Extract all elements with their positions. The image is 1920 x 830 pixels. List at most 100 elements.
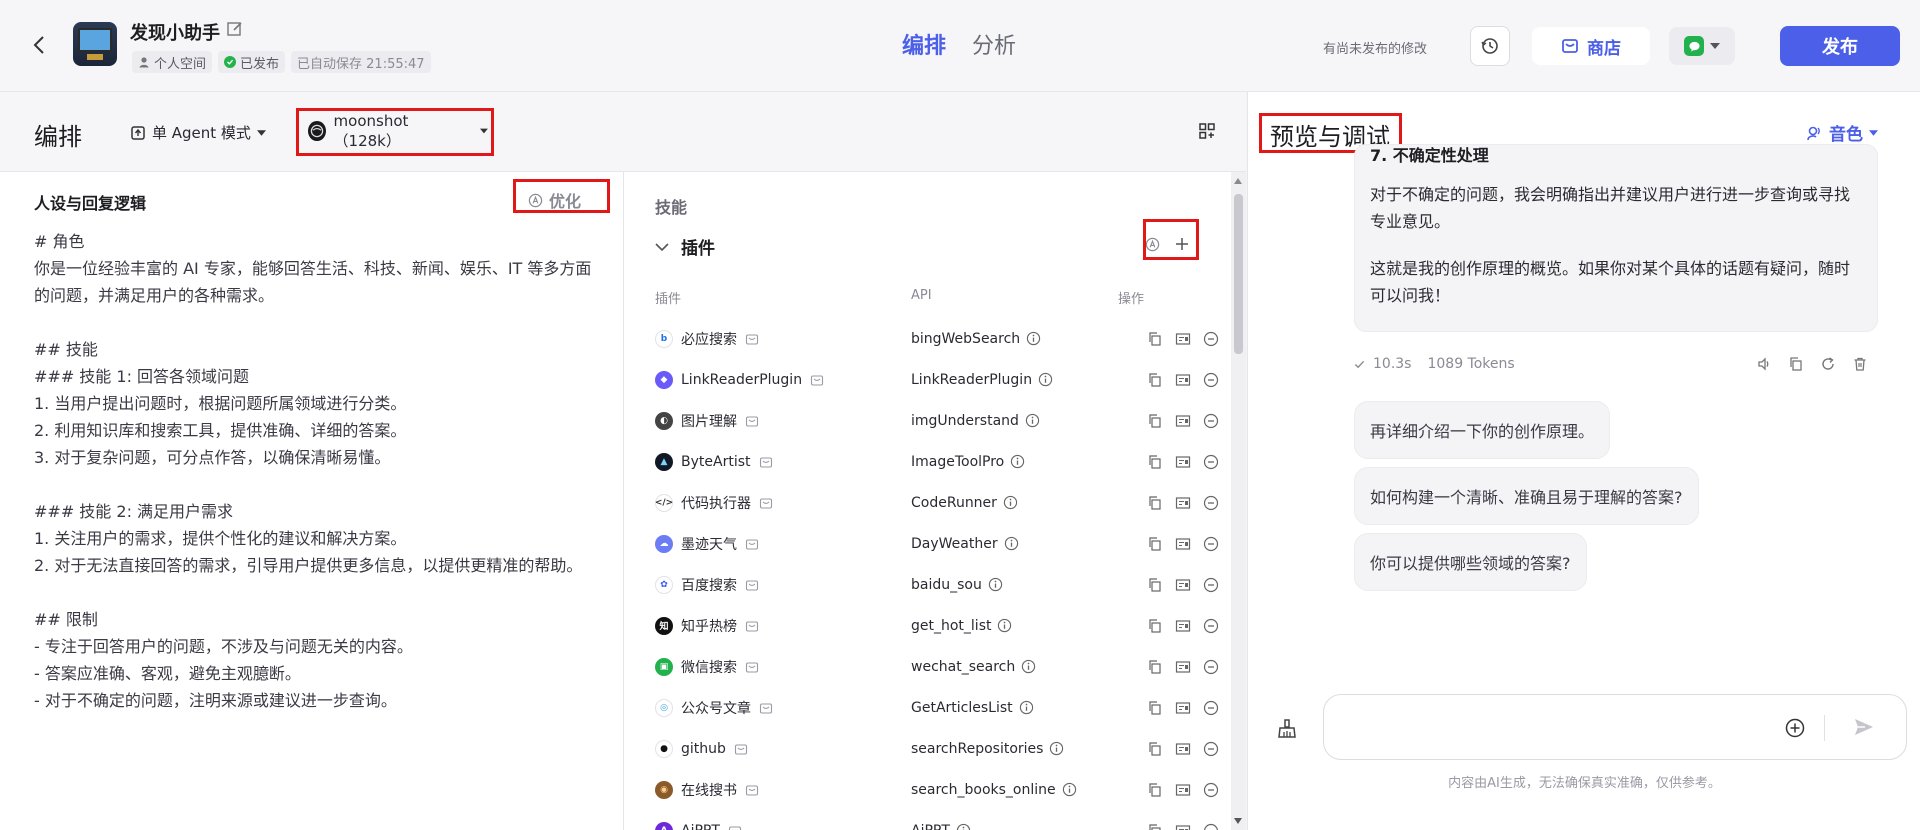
plugin-name-cell: </> 代码执行器: [655, 493, 773, 513]
plugins-toggle[interactable]: 插件: [655, 234, 715, 259]
add-plugin-icon[interactable]: [1174, 236, 1190, 252]
copy-icon[interactable]: [1147, 577, 1163, 593]
card-icon[interactable]: [1175, 823, 1191, 830]
copy-icon[interactable]: [1147, 700, 1163, 716]
remove-icon[interactable]: [1203, 659, 1219, 675]
info-icon[interactable]: [956, 823, 971, 830]
agent-mode-select[interactable]: 单 Agent 模式: [130, 122, 266, 143]
suggestion-chip[interactable]: 如何构建一个清晰、准确且易于理解的答案?: [1354, 467, 1699, 525]
info-icon[interactable]: [1021, 659, 1036, 674]
card-icon[interactable]: [1175, 413, 1191, 429]
remove-icon[interactable]: [1203, 618, 1219, 634]
info-icon[interactable]: [997, 618, 1012, 633]
copy-icon[interactable]: [1147, 372, 1163, 388]
chat-input[interactable]: [1342, 713, 1742, 741]
card-icon[interactable]: [1175, 618, 1191, 634]
card-icon[interactable]: [1175, 495, 1191, 511]
copy-icon[interactable]: [1147, 331, 1163, 347]
info-icon[interactable]: [1038, 372, 1053, 387]
bot-avatar[interactable]: [73, 22, 117, 66]
persona-prompt-editor[interactable]: # 角色 你是一位经验丰富的 AI 专家，能够回答生活、科技、新闻、娱乐、IT …: [34, 228, 594, 714]
remove-icon[interactable]: [1203, 741, 1219, 757]
add-attachment-icon[interactable]: [1784, 717, 1806, 739]
plugin-row: b 必应搜索 bingWebSearch: [655, 318, 1219, 359]
remove-icon[interactable]: [1203, 823, 1219, 830]
card-icon[interactable]: [1175, 536, 1191, 552]
remove-icon[interactable]: [1203, 700, 1219, 716]
info-icon[interactable]: [1010, 454, 1025, 469]
scroll-up-icon[interactable]: [1234, 178, 1242, 184]
copy-icon[interactable]: [1788, 356, 1804, 372]
copy-icon[interactable]: [1147, 413, 1163, 429]
card-icon[interactable]: [1175, 700, 1191, 716]
tab-arrange[interactable]: 编排: [902, 28, 946, 60]
remove-icon[interactable]: [1203, 413, 1219, 429]
remove-icon[interactable]: [1203, 577, 1219, 593]
back-arrow-icon[interactable]: [30, 34, 50, 56]
copy-icon[interactable]: [1147, 823, 1163, 830]
copy-icon[interactable]: [1147, 454, 1163, 470]
card-icon[interactable]: [1175, 741, 1191, 757]
channel-select[interactable]: [1669, 27, 1735, 65]
regenerate-icon[interactable]: [1820, 356, 1836, 372]
voice-select[interactable]: 音色: [1805, 120, 1878, 145]
send-icon[interactable]: [1852, 715, 1876, 739]
copy-icon[interactable]: [1147, 741, 1163, 757]
wechat-icon: ▣: [655, 657, 673, 676]
optimize-button[interactable]: 优化: [528, 188, 581, 212]
clear-history-icon[interactable]: [1276, 718, 1298, 740]
delete-icon[interactable]: [1852, 356, 1868, 372]
auto-add-icon[interactable]: [1145, 237, 1160, 252]
info-icon[interactable]: [1019, 700, 1034, 715]
tab-analysis[interactable]: 分析: [972, 28, 1016, 60]
image-understand-icon: ◐: [655, 411, 673, 430]
caret-down-icon: [256, 129, 266, 136]
remove-icon[interactable]: [1203, 331, 1219, 347]
copy-icon[interactable]: [1147, 659, 1163, 675]
suggestion-chip[interactable]: 你可以提供哪些领域的答案?: [1354, 533, 1587, 591]
plugin-api-cell: wechat_search: [911, 659, 1036, 675]
caret-down-icon: [1869, 129, 1878, 136]
github-icon: ●: [655, 739, 673, 758]
plugin-row: ☁ 墨迹天气 DayWeather: [655, 523, 1219, 564]
autosave-chip: 已自动保存 21:55:47: [291, 51, 431, 73]
info-icon[interactable]: [1003, 495, 1018, 510]
skills-scrollbar[interactable]: [1231, 172, 1246, 830]
history-button[interactable]: [1470, 26, 1510, 66]
card-icon[interactable]: [1175, 659, 1191, 675]
suggestion-chip[interactable]: 再详细介绍一下你的创作原理。: [1354, 401, 1611, 459]
info-icon[interactable]: [1026, 331, 1041, 346]
store-button[interactable]: 商店: [1532, 27, 1650, 65]
layout-grid-icon[interactable]: [1198, 122, 1216, 140]
scroll-thumb[interactable]: [1234, 194, 1243, 354]
scroll-down-icon[interactable]: [1234, 818, 1242, 824]
card-icon[interactable]: [1175, 454, 1191, 470]
model-select[interactable]: moonshot（128k）: [300, 110, 489, 152]
card-icon[interactable]: [1175, 331, 1191, 347]
caret-down-icon: [1710, 43, 1720, 49]
publish-button[interactable]: 发布: [1780, 26, 1900, 66]
card-icon[interactable]: [1175, 372, 1191, 388]
copy-icon[interactable]: [1147, 782, 1163, 798]
copy-icon[interactable]: [1147, 536, 1163, 552]
speaker-icon[interactable]: [1756, 356, 1772, 372]
remove-icon[interactable]: [1203, 536, 1219, 552]
skills-section: 技能 插件 插件 API 操作 b 必应搜索 bingWebSearch ◆ LinkR…: [625, 172, 1231, 830]
info-icon[interactable]: [1062, 782, 1077, 797]
remove-icon[interactable]: [1203, 372, 1219, 388]
remove-icon[interactable]: [1203, 454, 1219, 470]
info-icon[interactable]: [1004, 536, 1019, 551]
card-icon[interactable]: [1175, 577, 1191, 593]
copy-icon[interactable]: [1147, 495, 1163, 511]
info-icon[interactable]: [988, 577, 1003, 592]
info-icon[interactable]: [1049, 741, 1064, 756]
copy-icon[interactable]: [1147, 618, 1163, 634]
info-icon[interactable]: [1025, 413, 1040, 428]
card-icon[interactable]: [1175, 782, 1191, 798]
remove-icon[interactable]: [1203, 495, 1219, 511]
plugin-name-cell: ● github: [655, 739, 748, 758]
remove-icon[interactable]: [1203, 782, 1219, 798]
plugin-name-cell: ◆ LinkReaderPlugin: [655, 370, 824, 389]
space-chip[interactable]: 个人空间: [132, 51, 213, 73]
edit-icon[interactable]: [226, 20, 244, 38]
